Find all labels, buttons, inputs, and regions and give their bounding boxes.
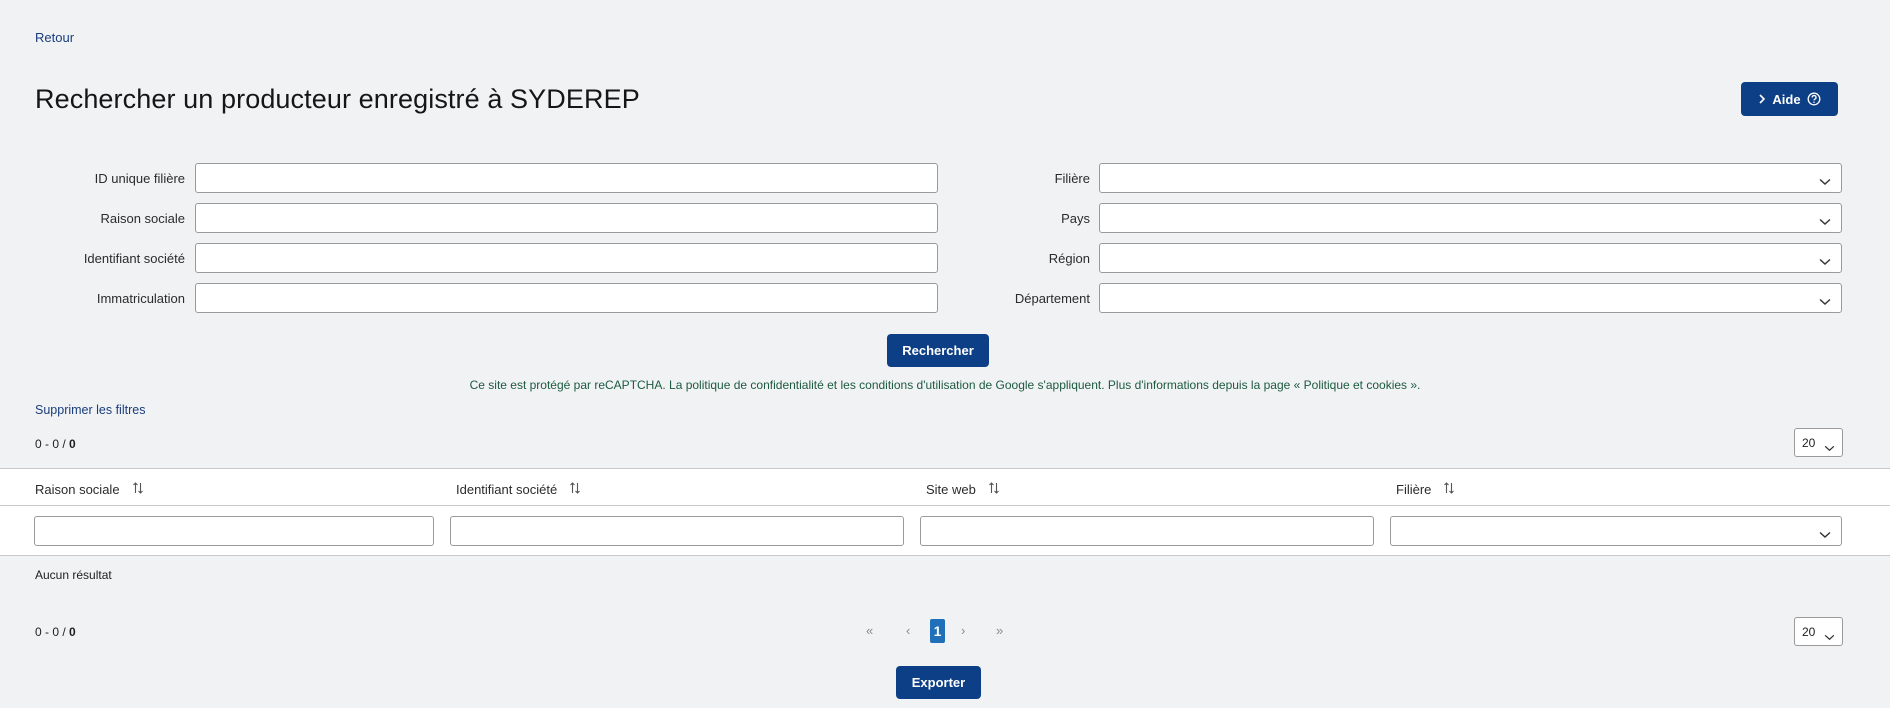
column-filter-raison-sociale[interactable] xyxy=(34,516,434,546)
help-button-label: Aide xyxy=(1772,91,1801,107)
pagination-prev-button[interactable]: ‹ xyxy=(906,623,910,638)
sort-icon xyxy=(569,481,581,498)
back-link[interactable]: Retour xyxy=(35,30,74,45)
column-header-label: Identifiant société xyxy=(456,482,558,497)
sort-icon xyxy=(132,481,144,498)
column-header-label: Filière xyxy=(1396,482,1432,497)
chevron-right-icon xyxy=(1758,94,1766,104)
id-unique-filiere-input[interactable] xyxy=(195,163,938,193)
column-header-filiere[interactable]: Filière xyxy=(1396,481,1455,498)
column-header-site-web[interactable]: Site web xyxy=(926,481,1000,498)
column-filter-site-web[interactable] xyxy=(920,516,1374,546)
pagination-last-button[interactable]: » xyxy=(996,623,1003,638)
filter-label-identifiant-societe: Identifiant société xyxy=(83,251,185,266)
filter-label-region: Région xyxy=(1048,251,1090,266)
filter-label-departement: Département xyxy=(1014,291,1090,306)
column-header-raison-sociale[interactable]: Raison sociale xyxy=(35,481,144,498)
pagination-page-1[interactable]: 1 xyxy=(930,619,945,643)
column-header-label: Site web xyxy=(926,482,976,497)
results-count-total: 0 xyxy=(69,625,76,639)
results-count-top: 0 - 0 / 0 xyxy=(35,437,76,451)
chevron-down-icon xyxy=(1824,628,1835,646)
filter-label-raison-sociale: Raison sociale xyxy=(100,211,185,226)
results-count-bottom: 0 - 0 / 0 xyxy=(35,625,76,639)
chevron-down-icon xyxy=(1819,213,1831,231)
filter-label-pays: Pays xyxy=(1061,211,1090,226)
page-size-select-top[interactable]: 20 xyxy=(1794,428,1843,457)
pagination-first-button[interactable]: « xyxy=(866,623,873,638)
chevron-down-icon xyxy=(1819,173,1831,191)
raison-sociale-input[interactable] xyxy=(195,203,938,233)
region-select[interactable] xyxy=(1099,243,1842,273)
recaptcha-notice: Ce site est protégé par reCAPTCHA. La po… xyxy=(469,378,1421,392)
search-button[interactable]: Rechercher xyxy=(887,334,989,367)
departement-select[interactable] xyxy=(1099,283,1842,313)
filter-label-immatriculation: Immatriculation xyxy=(96,291,185,306)
results-count-range: 0 - 0 / xyxy=(35,625,70,639)
help-circle-icon xyxy=(1807,92,1821,106)
column-filter-filiere-select[interactable] xyxy=(1390,516,1842,546)
sort-icon xyxy=(988,481,1000,498)
page-size-value: 20 xyxy=(1802,625,1816,639)
column-filter-identifiant-societe[interactable] xyxy=(450,516,904,546)
results-count-total: 0 xyxy=(69,437,76,451)
page-title: Rechercher un producteur enregistré à SY… xyxy=(35,84,640,114)
filiere-select[interactable] xyxy=(1099,163,1842,193)
filter-label-filiere: Filière xyxy=(1054,171,1090,186)
table-header-divider xyxy=(0,505,1890,506)
export-button[interactable]: Exporter xyxy=(896,666,981,699)
pagination-next-button[interactable]: › xyxy=(961,623,965,638)
empty-results-text: Aucun résultat xyxy=(35,568,112,582)
column-header-label: Raison sociale xyxy=(35,482,120,497)
chevron-down-icon xyxy=(1819,526,1831,544)
clear-filters-link[interactable]: Supprimer les filtres xyxy=(35,403,145,417)
page-size-select-bottom[interactable]: 20 xyxy=(1794,617,1843,646)
filter-label-id-unique: ID unique filière xyxy=(94,171,185,186)
immatriculation-input[interactable] xyxy=(195,283,938,313)
page-size-value: 20 xyxy=(1802,436,1816,450)
chevron-down-icon xyxy=(1819,293,1831,311)
identifiant-societe-input[interactable] xyxy=(195,243,938,273)
sort-icon xyxy=(1443,481,1455,498)
chevron-down-icon xyxy=(1819,253,1831,271)
help-button[interactable]: Aide xyxy=(1741,82,1838,116)
pays-select[interactable] xyxy=(1099,203,1842,233)
results-count-range: 0 - 0 / xyxy=(35,437,70,451)
chevron-down-icon xyxy=(1824,439,1835,457)
column-header-identifiant-societe[interactable]: Identifiant société xyxy=(456,481,581,498)
